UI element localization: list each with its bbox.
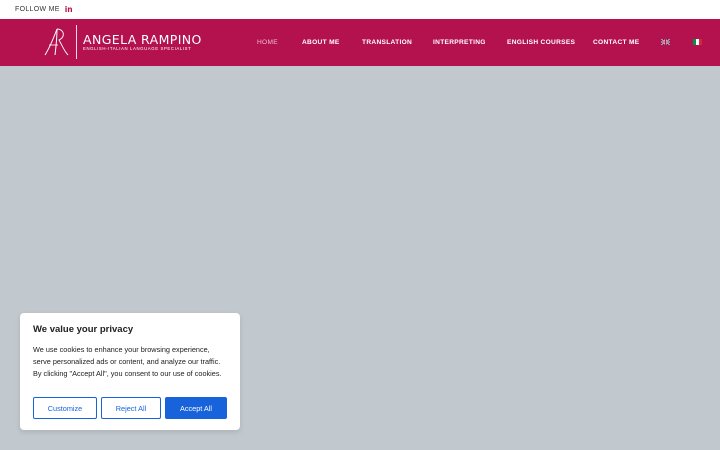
ar-monogram-logo: [44, 28, 69, 56]
brand-tagline: ENGLISH-ITALIAN LANGUAGE SPECIALIST: [83, 45, 192, 51]
follow-me-label: FOLLOW ME: [15, 6, 60, 13]
logo-text: ANGELA RAMPINO ENGLISH-ITALIAN LANGUAGE …: [83, 33, 202, 52]
logo-divider: [76, 25, 77, 59]
nav-item-translation[interactable]: TRANSLATION: [362, 19, 412, 66]
linkedin-icon[interactable]: in: [65, 5, 73, 14]
nav-item-english-courses[interactable]: ENGLISH COURSES: [507, 19, 575, 66]
nav-item-about-me[interactable]: ABOUT ME: [302, 19, 340, 66]
reject-all-button[interactable]: Reject All: [101, 397, 161, 419]
cookie-consent-banner: We value your privacy We use cookies to …: [20, 313, 240, 430]
nav-item-contact-me[interactable]: CONTACT ME: [593, 19, 639, 66]
top-bar: FOLLOW ME in: [0, 0, 720, 19]
brand-name: ANGELA RAMPINO: [83, 31, 202, 47]
nav-item-home[interactable]: HOME: [257, 19, 278, 66]
uk-flag-icon[interactable]: [661, 39, 670, 45]
nav-item-interpreting[interactable]: INTERPRETING: [433, 19, 486, 66]
cookie-banner-title: We value your privacy: [33, 324, 134, 335]
italy-flag-icon[interactable]: [693, 39, 702, 45]
customize-button[interactable]: Customize: [33, 397, 97, 419]
cookie-banner-text: We use cookies to enhance your browsing …: [33, 345, 222, 378]
accept-all-button[interactable]: Accept All: [165, 397, 227, 419]
main-navigation: ANGELA RAMPINO ENGLISH-ITALIAN LANGUAGE …: [0, 19, 720, 66]
site-logo[interactable]: ANGELA RAMPINO ENGLISH-ITALIAN LANGUAGE …: [42, 25, 202, 59]
cookie-banner-actions: Customize Reject All Accept All: [33, 397, 227, 419]
